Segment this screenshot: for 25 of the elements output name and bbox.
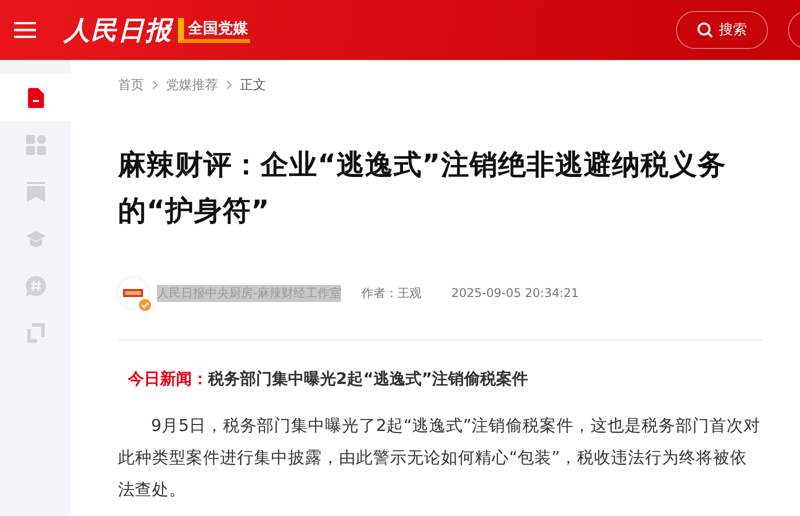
lead-headline: 今日新闻：税务部门集中曝光2起“逃逸式”注销偷税案件 [128,369,530,390]
breadcrumb-current: 正文 [240,77,266,94]
sidebar-item[interactable] [0,74,71,121]
document-icon [28,88,44,108]
breadcrumb-link[interactable]: 党媒推荐 [166,76,218,94]
breadcrumb-link[interactable]: 首页 [118,76,144,94]
source-logo-icon [123,289,143,297]
hashtag-bubble-icon [26,276,46,296]
site-logo[interactable]: 人民日报 [64,12,172,48]
author-name: 作者：王观 [361,284,422,302]
publish-time: 2025-09-05 20:34:21 [451,286,579,300]
search-button[interactable]: 搜索 [676,11,768,49]
grid-icon [26,134,46,154]
logo-badge: 全国党媒 [178,18,250,42]
source-avatar[interactable] [118,278,148,308]
chevron-right-icon [226,80,232,90]
copy-icon [26,322,44,342]
verified-icon [139,299,151,311]
menu-icon[interactable] [14,22,36,38]
article-title: 麻辣财评：企业“逃逸式”注销绝非逃避纳税义务的“护身符” [118,147,727,229]
search-icon [697,22,713,38]
graduation-cap-icon [26,230,46,246]
article-paragraph: 9月5日，税务部门集中曝光了2起“逃逸式”注销偷税案件，这也是税务部门首次对此种类型案件进行集中披露，由此警示无论如何精心“包装”，税收违法行为终将被依法查处。 [118,415,762,501]
bookmark-icon [26,182,44,202]
chevron-right-icon [152,80,158,90]
